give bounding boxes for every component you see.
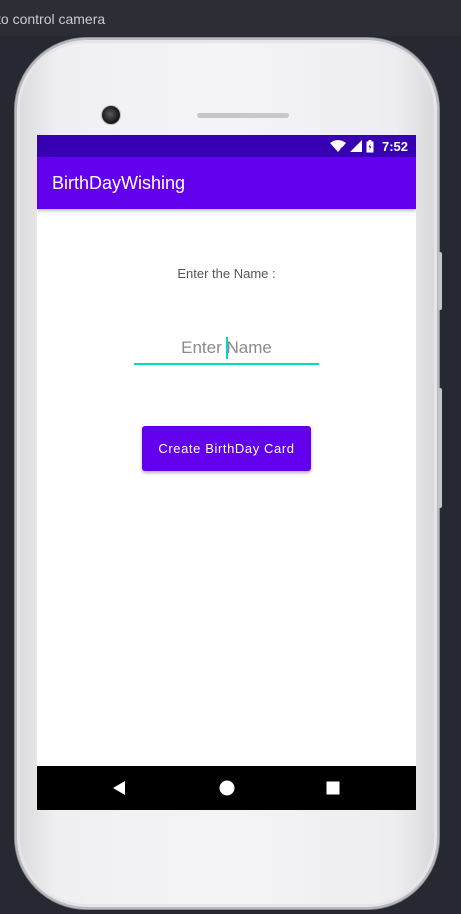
back-icon — [113, 781, 125, 795]
earpiece-speaker — [197, 113, 289, 118]
name-label: Enter the Name : — [177, 266, 276, 281]
home-icon — [219, 780, 235, 796]
app-bar: BirthDayWishing — [37, 157, 416, 209]
device-screen: 7:52 BirthDayWishing Enter the Name : Cr… — [37, 135, 416, 810]
phone-volume-button — [438, 388, 442, 508]
status-bar: 7:52 — [37, 135, 416, 157]
front-camera — [102, 106, 120, 124]
back-button[interactable] — [99, 766, 139, 810]
create-birthday-card-button[interactable]: Create BirthDay Card — [142, 426, 311, 471]
wifi-icon — [329, 140, 346, 152]
text-cursor — [226, 337, 228, 359]
app-title: BirthDayWishing — [52, 173, 186, 193]
emulator-hint-text: to control camera — [0, 11, 106, 27]
recents-icon — [326, 781, 340, 795]
status-time: 7:52 — [381, 138, 408, 154]
phone-side-button — [438, 252, 442, 310]
emulator-hint-bar: to control camera — [0, 0, 461, 36]
battery-icon — [366, 139, 374, 152]
emulator-window: to control camera 7:52 BirthDayWishing E… — [0, 0, 461, 914]
recents-button[interactable] — [313, 766, 353, 810]
home-button[interactable] — [207, 766, 247, 810]
cell-signal-icon — [349, 140, 362, 152]
navigation-bar — [37, 766, 416, 810]
